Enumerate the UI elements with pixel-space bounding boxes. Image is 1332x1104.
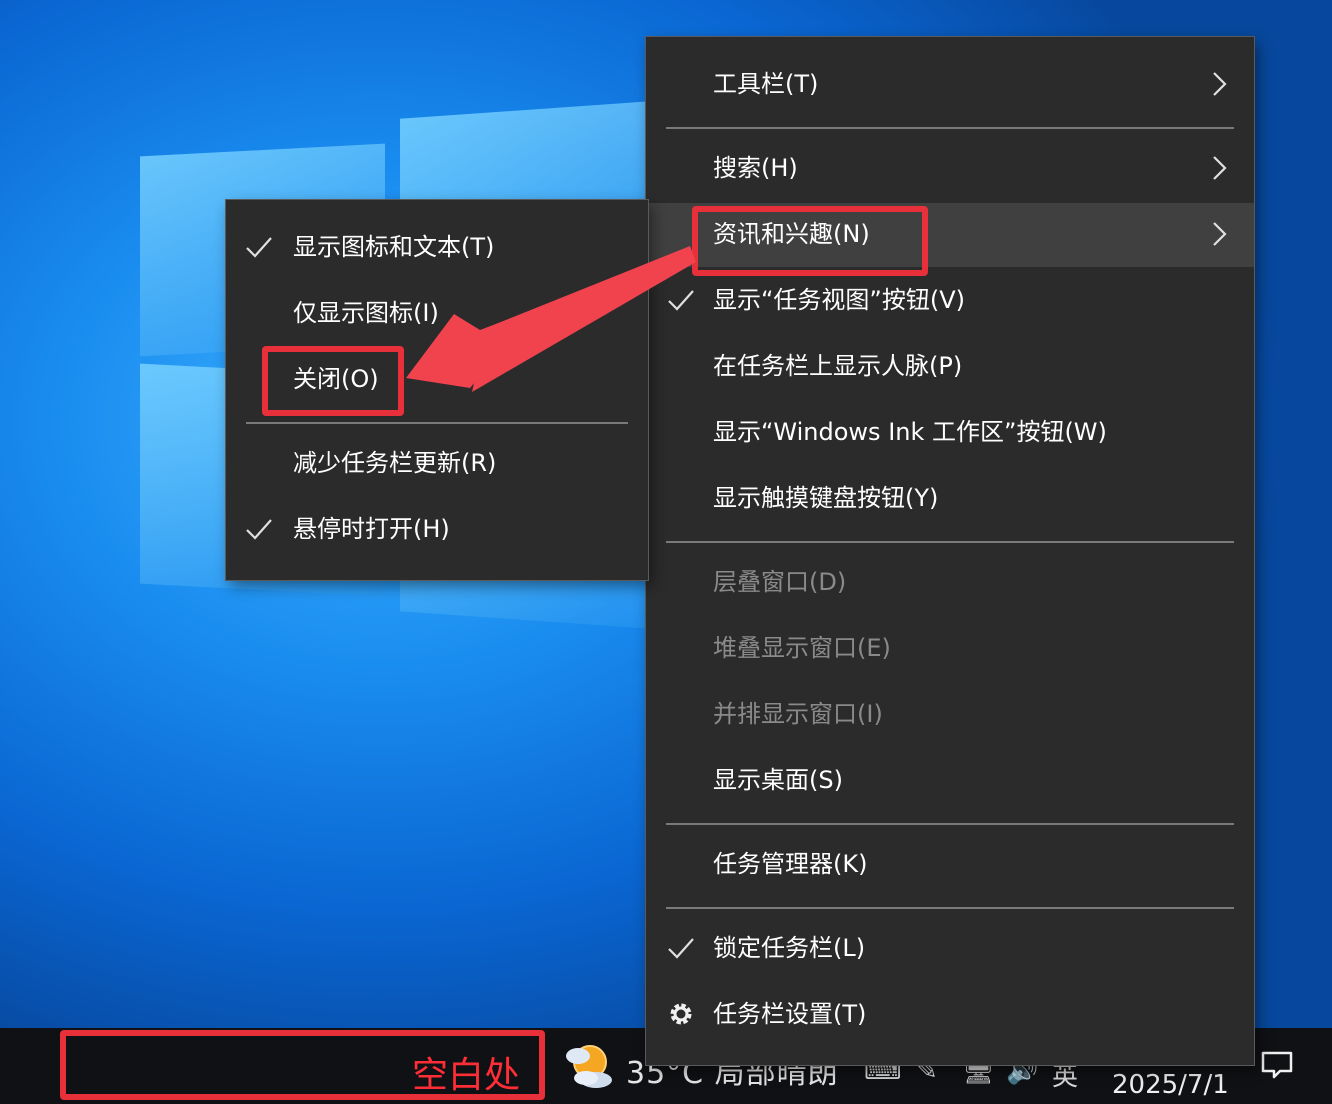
menu-item-label: 在任务栏上显示人脉(P) <box>713 352 963 380</box>
menu-item-show-desktop[interactable]: 显示桌面(S) <box>646 749 1254 813</box>
menu-item-label: 显示“Windows Ink 工作区”按钮(W) <box>713 418 1107 446</box>
chevron-right-icon <box>1213 72 1227 96</box>
menu-item-show-task-view-button[interactable]: 显示“任务视图”按钮(V) <box>646 269 1254 333</box>
menu-item-label: 资讯和兴趣(N) <box>713 220 870 248</box>
menu-item-label: 并排显示窗口(I) <box>713 700 883 728</box>
menu-item-show-windows-ink-button[interactable]: 显示“Windows Ink 工作区”按钮(W) <box>646 401 1254 465</box>
menu-item-side-by-side-windows: 并排显示窗口(I) <box>646 683 1254 747</box>
submenu-item-reduce-taskbar-updates[interactable]: 减少任务栏更新(R) <box>226 432 648 496</box>
checkmark-icon <box>668 938 694 959</box>
menu-separator <box>666 541 1234 543</box>
menu-item-toolbars[interactable]: 工具栏(T) <box>646 53 1254 117</box>
chevron-right-icon <box>1213 222 1227 246</box>
gear-icon <box>670 1003 692 1025</box>
menu-separator <box>666 907 1234 909</box>
submenu-item-show-icon-and-text[interactable]: 显示图标和文本(T) <box>226 216 648 280</box>
checkmark-icon <box>246 519 272 540</box>
submenu-item-open-on-hover[interactable]: 悬停时打开(H) <box>226 498 648 562</box>
menu-item-stack-windows: 堆叠显示窗口(E) <box>646 617 1254 681</box>
menu-item-label: 任务管理器(K) <box>713 850 868 878</box>
menu-item-label: 搜索(H) <box>713 154 798 182</box>
blank-area-label: 空白处 <box>412 1055 521 1096</box>
menu-item-label: 锁定任务栏(L) <box>713 934 866 962</box>
menu-separator <box>246 422 628 424</box>
menu-item-show-touch-keyboard-button[interactable]: 显示触摸键盘按钮(Y) <box>646 467 1254 531</box>
menu-item-label: 悬停时打开(H) <box>293 515 450 543</box>
menu-separator <box>666 823 1234 825</box>
chevron-right-icon <box>1213 156 1227 180</box>
menu-separator <box>666 127 1234 129</box>
menu-item-label: 工具栏(T) <box>713 70 819 98</box>
submenu-item-turn-off[interactable]: 关闭(O) <box>226 348 648 412</box>
menu-item-show-people[interactable]: 在任务栏上显示人脉(P) <box>646 335 1254 399</box>
menu-item-label: 任务栏设置(T) <box>713 1000 867 1028</box>
action-center-icon[interactable] <box>1260 1050 1294 1080</box>
submenu-item-show-icon-only[interactable]: 仅显示图标(I) <box>226 282 648 346</box>
news-and-interests-submenu: 显示图标和文本(T) 仅显示图标(I) 关闭(O) 减少任务栏更新(R) 悬停时… <box>226 200 648 580</box>
menu-item-label: 显示桌面(S) <box>713 766 843 794</box>
menu-item-label: 堆叠显示窗口(E) <box>713 634 891 662</box>
taskbar-context-menu: 工具栏(T) 搜索(H) 资讯和兴趣(N) 显示“任务视图”按钮(V) 在任务栏… <box>646 37 1254 1065</box>
menu-item-lock-taskbar[interactable]: 锁定任务栏(L) <box>646 917 1254 981</box>
menu-item-label: 关闭(O) <box>293 365 379 393</box>
menu-item-label: 层叠窗口(D) <box>713 568 847 596</box>
menu-item-search[interactable]: 搜索(H) <box>646 137 1254 201</box>
menu-item-task-manager[interactable]: 任务管理器(K) <box>646 833 1254 897</box>
menu-item-cascade-windows: 层叠窗口(D) <box>646 551 1254 615</box>
menu-item-label: 显示图标和文本(T) <box>293 233 495 261</box>
clock-date[interactable]: 2025/7/1 <box>1112 1070 1229 1100</box>
checkmark-icon <box>668 290 694 311</box>
menu-item-label: 仅显示图标(I) <box>293 299 439 327</box>
weather-sun-cloud-icon[interactable] <box>560 1040 616 1090</box>
checkmark-icon <box>246 237 272 258</box>
menu-item-label: 显示触摸键盘按钮(Y) <box>713 484 939 512</box>
menu-item-label: 显示“任务视图”按钮(V) <box>713 286 966 314</box>
menu-item-label: 减少任务栏更新(R) <box>293 449 497 477</box>
menu-item-news-and-interests[interactable]: 资讯和兴趣(N) <box>646 203 1254 267</box>
menu-item-taskbar-settings[interactable]: 任务栏设置(T) <box>646 983 1254 1047</box>
